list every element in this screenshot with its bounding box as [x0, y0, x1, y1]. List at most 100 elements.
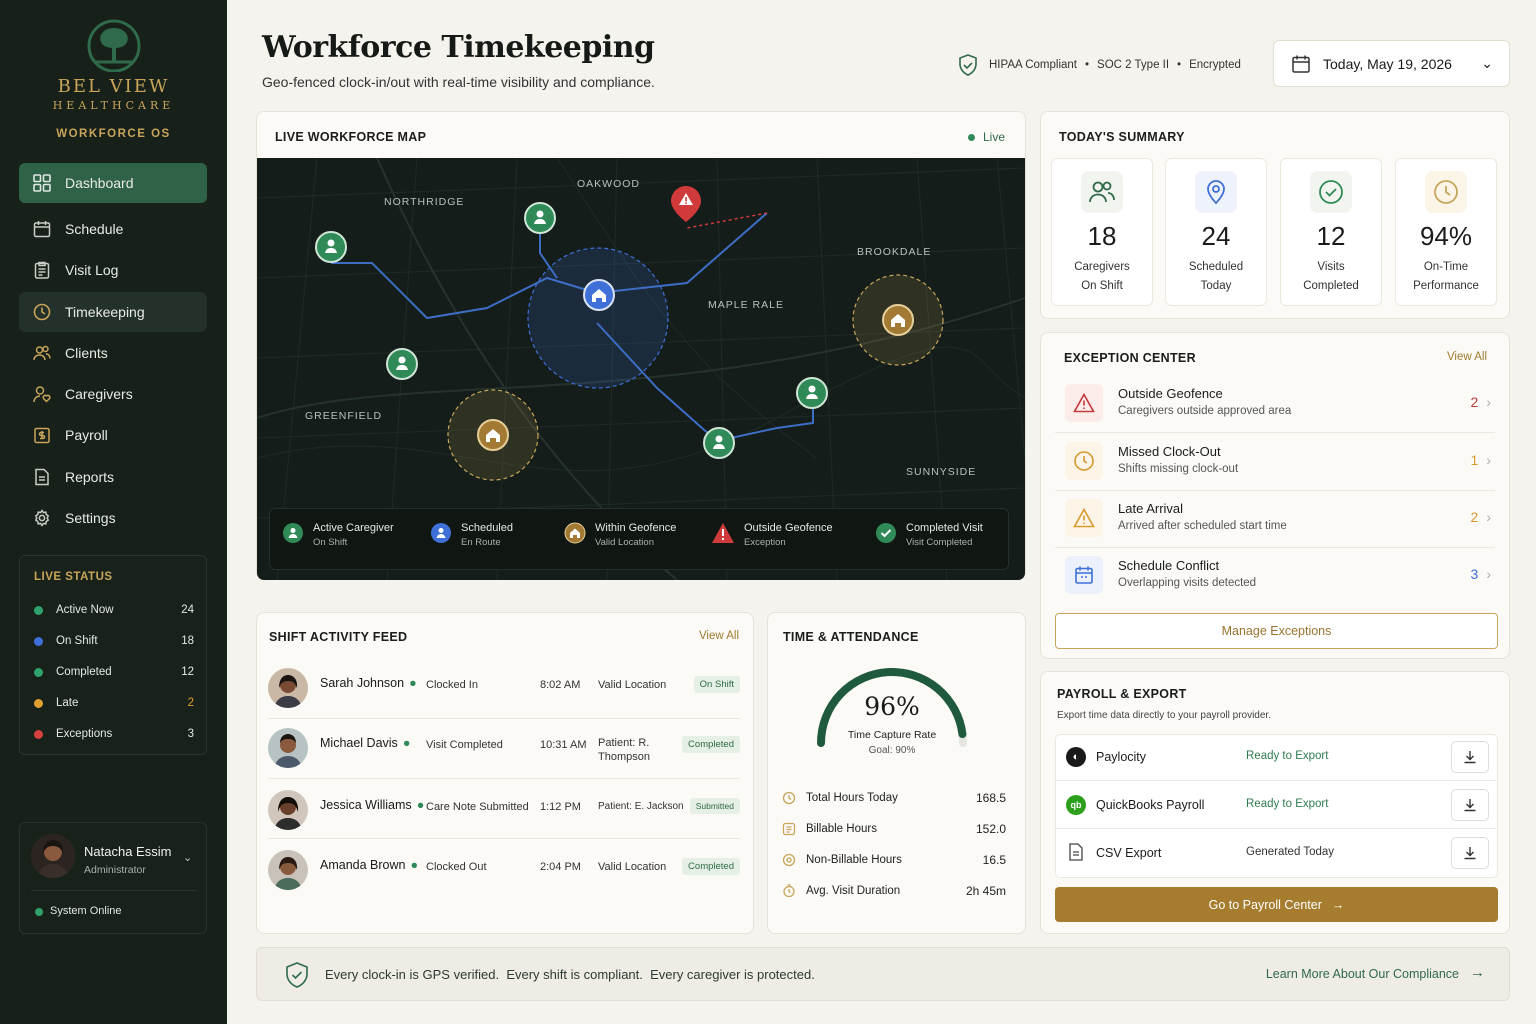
caregiver-marker[interactable]: [314, 230, 348, 264]
calendar-icon: [1292, 55, 1310, 73]
feed-name: Michael Davis ●: [320, 736, 411, 750]
summary-label-line2: Performance: [1413, 280, 1479, 292]
clock-icon: [1425, 171, 1467, 213]
attendance-title: TIME & ATTENDANCE: [783, 630, 919, 644]
area-label: MAPLE RALE: [708, 299, 784, 311]
feed-action: Clocked Out: [426, 861, 487, 873]
person-pin-icon: [431, 523, 451, 543]
nav-payroll[interactable]: Payroll: [19, 415, 207, 455]
quickbooks-logo-icon: qb: [1066, 795, 1086, 815]
manage-exceptions-button[interactable]: Manage Exceptions: [1055, 613, 1498, 649]
feed-row[interactable]: Sarah Johnson ● Clocked In 8:02 AM Valid …: [268, 668, 740, 716]
feed-time: 10:31 AM: [540, 739, 587, 751]
nav-caregivers[interactable]: Caregivers: [19, 374, 207, 414]
legend-title: Within Geofence: [595, 522, 677, 534]
report-icon: [35, 468, 49, 486]
exception-count-value: 2: [1470, 394, 1479, 410]
nav-label: Caregivers: [65, 386, 133, 402]
home-marker-blue[interactable]: [582, 278, 616, 312]
nav-schedule[interactable]: Schedule: [19, 209, 207, 249]
nav-dashboard[interactable]: Dashboard: [19, 163, 207, 203]
summary-label-line1: Caregivers: [1074, 261, 1130, 273]
feed-row[interactable]: Jessica Williams ● Care Note Submitted 1:…: [268, 790, 740, 838]
date-value: Today, May 19, 2026: [1323, 55, 1452, 72]
nav-settings[interactable]: Settings: [19, 498, 207, 538]
map-canvas[interactable]: NORTHRIDGE OAKWOOD BROOKDALE MAPLE RALE …: [257, 158, 1025, 580]
status-count: 24: [181, 604, 194, 616]
payroll-row-csv[interactable]: CSV Export Generated Today: [1055, 833, 1495, 879]
rate-value: 96%: [864, 692, 920, 721]
feed-row[interactable]: Michael Davis ● Visit Completed 10:31 AM …: [268, 728, 740, 776]
exceptions-view-all-link[interactable]: View All: [1447, 351, 1487, 363]
date-picker[interactable]: Today, May 19, 2026 ⌄: [1273, 40, 1510, 87]
attendance-value: 16.5: [982, 853, 1006, 867]
divider: [1055, 547, 1495, 548]
shield-check-icon: [959, 54, 977, 76]
attendance-row: Avg. Visit Duration 2h 45m: [782, 883, 1006, 899]
online-dot: [35, 908, 43, 916]
feed-view-all-link[interactable]: View All: [699, 630, 739, 642]
legend-sub: En Route: [461, 537, 501, 548]
exception-title: Schedule Conflict: [1118, 558, 1220, 573]
arrow-right-icon: →: [1470, 964, 1485, 981]
live-label: Live: [982, 130, 1005, 144]
exception-schedule-conflict[interactable]: Schedule Conflict Overlapping visits det…: [1065, 556, 1495, 612]
summary-label-line1: Scheduled: [1188, 261, 1244, 273]
download-button[interactable]: [1451, 837, 1489, 869]
download-button[interactable]: [1451, 741, 1489, 773]
caregiver-marker[interactable]: [795, 376, 829, 410]
download-button[interactable]: [1451, 789, 1489, 821]
caregiver-marker[interactable]: [523, 201, 557, 235]
go-to-payroll-button[interactable]: Go to Payroll Center →: [1055, 887, 1498, 922]
legend-outside-geofence: Outside Geofence Exception: [711, 522, 833, 572]
attendance-value: 2h 45m: [965, 884, 1006, 898]
exception-count: 1 ›: [1471, 452, 1491, 468]
status-label: Late: [56, 697, 79, 709]
payroll-row-paylocity[interactable]: ◐ Paylocity Ready to Export: [1055, 737, 1495, 783]
nav-clients[interactable]: Clients: [19, 333, 207, 373]
avatar: [31, 834, 75, 878]
chevron-down-icon[interactable]: ⌄: [183, 851, 192, 864]
feed-row[interactable]: Amanda Brown ● Clocked Out 2:04 PM Valid …: [268, 850, 740, 898]
brand: BEL VIEW HEALTHCARE WORKFORCE OS: [0, 16, 227, 140]
warning-icon: [712, 523, 734, 543]
payroll-row-quickbooks[interactable]: qb QuickBooks Payroll Ready to Export: [1055, 785, 1495, 831]
feed-location: Patient: E. Jackson: [598, 801, 684, 812]
nav-reports[interactable]: Reports: [19, 457, 207, 497]
status-label: Exceptions: [56, 728, 113, 740]
feed-name: Amanda Brown ●: [320, 858, 419, 872]
status-row-exceptions: Exceptions 3: [34, 726, 194, 742]
live-status-title: LIVE STATUS: [34, 571, 113, 583]
nav-label: Clients: [65, 345, 108, 361]
divider: [1055, 780, 1496, 781]
brand-subtitle: HEALTHCARE: [52, 99, 175, 112]
chevron-down-icon: ⌄: [1481, 55, 1493, 71]
learn-more-link[interactable]: Learn More About Our Compliance: [1266, 967, 1459, 981]
nav-timekeeping[interactable]: Timekeeping: [19, 292, 207, 332]
go-to-payroll-label: Go to Payroll Center: [1208, 897, 1322, 912]
compliance-encrypted: Encrypted: [1189, 59, 1241, 71]
legend-title: Outside Geofence: [744, 522, 833, 534]
feed-action: Care Note Submitted: [426, 801, 529, 813]
user-card[interactable]: Natacha Essim Administrator ⌄ System Onl…: [19, 822, 207, 934]
feed-location: Valid Location: [598, 861, 667, 873]
attendance-row: Total Hours Today 168.5: [782, 790, 1006, 806]
home-marker-gold[interactable]: [881, 303, 915, 337]
divider: [268, 778, 740, 779]
status-dot: [34, 698, 43, 708]
file-icon: [1069, 843, 1083, 861]
exception-count: 2 ›: [1471, 509, 1491, 525]
alert-marker[interactable]: [669, 184, 703, 224]
attendance-label: Avg. Visit Duration: [806, 885, 901, 897]
feed-title: SHIFT ACTIVITY FEED: [269, 630, 408, 644]
status-count: 12: [181, 666, 194, 678]
nav-visit-log[interactable]: Visit Log: [19, 250, 207, 290]
caregiver-marker[interactable]: [385, 347, 419, 381]
chevron-right-icon: ›: [1486, 452, 1491, 468]
caregiver-marker[interactable]: [702, 426, 736, 460]
nav-label: Dashboard: [65, 175, 134, 191]
home-marker-gold[interactable]: [476, 418, 510, 452]
legend-title: Scheduled: [461, 522, 513, 534]
status-dot: [34, 605, 43, 615]
summary-number: 94%: [1419, 221, 1473, 251]
